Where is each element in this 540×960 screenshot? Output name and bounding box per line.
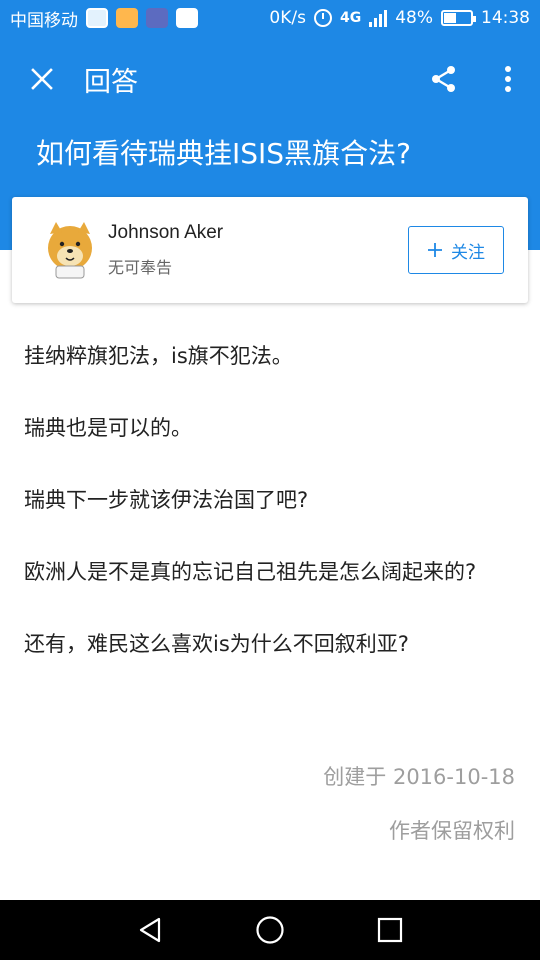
notification-app-icon — [86, 8, 108, 28]
alarm-icon — [313, 9, 332, 27]
created-date: 创建于 2016-10-18 — [323, 765, 515, 789]
qq-icon — [176, 8, 198, 28]
network-speed: 0K/s — [269, 8, 306, 28]
follow-label: 关注 — [451, 242, 485, 263]
share-icon — [432, 66, 455, 92]
battery-icon — [441, 10, 476, 26]
carrier-name: 中国移动 — [10, 10, 78, 31]
author-bio: 无可奉告 — [108, 258, 173, 277]
follow-button[interactable]: 关注 — [408, 226, 504, 274]
recents-square-icon — [377, 917, 403, 943]
answer-body: 挂纳粹旗犯法，is旗不犯法。 瑞典也是可以的。 瑞典下一步就该伊法治国了吧? 欧… — [24, 338, 520, 698]
copyright-notice: 作者保留权利 — [389, 819, 515, 843]
answer-paragraph: 挂纳粹旗犯法，is旗不犯法。 — [24, 344, 293, 368]
app-bar: 回答 — [0, 36, 540, 122]
avatar[interactable] — [44, 220, 96, 280]
home-circle-icon — [256, 916, 284, 944]
answer-paragraph: 欧洲人是不是真的忘记自己祖先是怎么阔起来的? — [24, 560, 477, 584]
notification-app-icon — [116, 8, 138, 28]
more-vertical-icon — [505, 66, 511, 92]
home-button[interactable] — [240, 900, 300, 960]
question-title[interactable]: 如何看待瑞典挂ISIS黑旗合法? — [36, 134, 411, 174]
answer-paragraph: 瑞典下一步就该伊法治国了吧? — [24, 488, 309, 512]
plus-icon — [428, 243, 442, 257]
status-bar: 中国移动 0K/s 4G 48% 14:38 — [0, 0, 540, 36]
network-type: 4G — [339, 10, 362, 26]
answer-paragraph: 还有，难民这么喜欢is为什么不回叙利亚? — [24, 632, 409, 656]
author-name[interactable]: Johnson Aker — [108, 222, 223, 244]
close-icon — [31, 68, 53, 90]
author-card: Johnson Aker 无可奉告 关注 — [12, 197, 528, 303]
recents-button[interactable] — [360, 900, 420, 960]
share-button[interactable] — [412, 36, 476, 122]
system-nav-bar — [0, 900, 540, 960]
signal-icon — [369, 9, 388, 27]
back-button[interactable] — [120, 900, 180, 960]
battery-percent: 48% — [395, 8, 433, 28]
back-triangle-icon — [139, 917, 161, 943]
clock-time: 14:38 — [481, 8, 530, 28]
answer-meta: 创建于 2016-10-18 作者保留权利 — [323, 760, 515, 868]
page-title: 回答 — [84, 66, 138, 98]
more-options-button[interactable] — [476, 36, 540, 122]
answer-paragraph: 瑞典也是可以的。 — [24, 416, 192, 440]
notification-app-icon — [146, 8, 168, 28]
close-button[interactable] — [0, 36, 84, 122]
